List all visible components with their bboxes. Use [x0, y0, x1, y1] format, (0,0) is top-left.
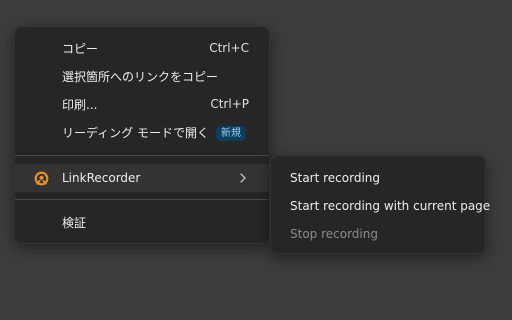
menu-item-copy[interactable]: コピー Ctrl+C [15, 34, 269, 62]
menu-item-label: 選択箇所へのリンクをコピー [62, 69, 219, 84]
context-menu: コピー Ctrl+C 選択箇所へのリンクをコピー 印刷... Ctrl+P リー… [14, 26, 270, 244]
menu-item-label: コピー [62, 41, 99, 56]
menu-item-shortcut: Ctrl+P [210, 97, 249, 111]
menu-item-label: リーディング モードで開く 新規 [62, 124, 246, 141]
submenu-item-label: Stop recording [290, 227, 378, 241]
menu-item-label: 印刷... [62, 97, 98, 112]
submenu-item-label: Start recording [290, 171, 381, 185]
page-background: コピー Ctrl+C 選択箇所へのリンクをコピー 印刷... Ctrl+P リー… [0, 0, 512, 320]
menu-divider [15, 155, 269, 156]
chevron-right-icon [240, 173, 246, 183]
reading-mode-label: リーディング モードで開く [62, 125, 209, 140]
menu-item-label: LinkRecorder [62, 171, 141, 185]
link-recorder-icon [34, 171, 49, 185]
submenu-item-start-recording[interactable]: Start recording [271, 164, 485, 192]
linkrecorder-submenu: Start recording Start recording with cur… [270, 155, 490, 254]
menu-item-shortcut: Ctrl+C [209, 41, 249, 55]
menu-divider [15, 199, 269, 200]
menu-item-reading-mode[interactable]: リーディング モードで開く 新規 [15, 118, 269, 146]
menu-item-print[interactable]: 印刷... Ctrl+P [15, 90, 269, 118]
submenu-item-label: Start recording with current page [290, 199, 491, 213]
menu-item-label: 検証 [62, 215, 87, 230]
new-badge: 新規 [215, 125, 246, 141]
submenu-item-start-recording-current-page[interactable]: Start recording with current page [271, 192, 490, 220]
submenu-item-stop-recording: Stop recording [271, 220, 485, 248]
menu-item-inspect[interactable]: 検証 [15, 208, 269, 236]
menu-item-linkrecorder[interactable]: LinkRecorder [15, 164, 269, 192]
menu-item-copy-link-to-selection[interactable]: 選択箇所へのリンクをコピー [15, 62, 269, 90]
